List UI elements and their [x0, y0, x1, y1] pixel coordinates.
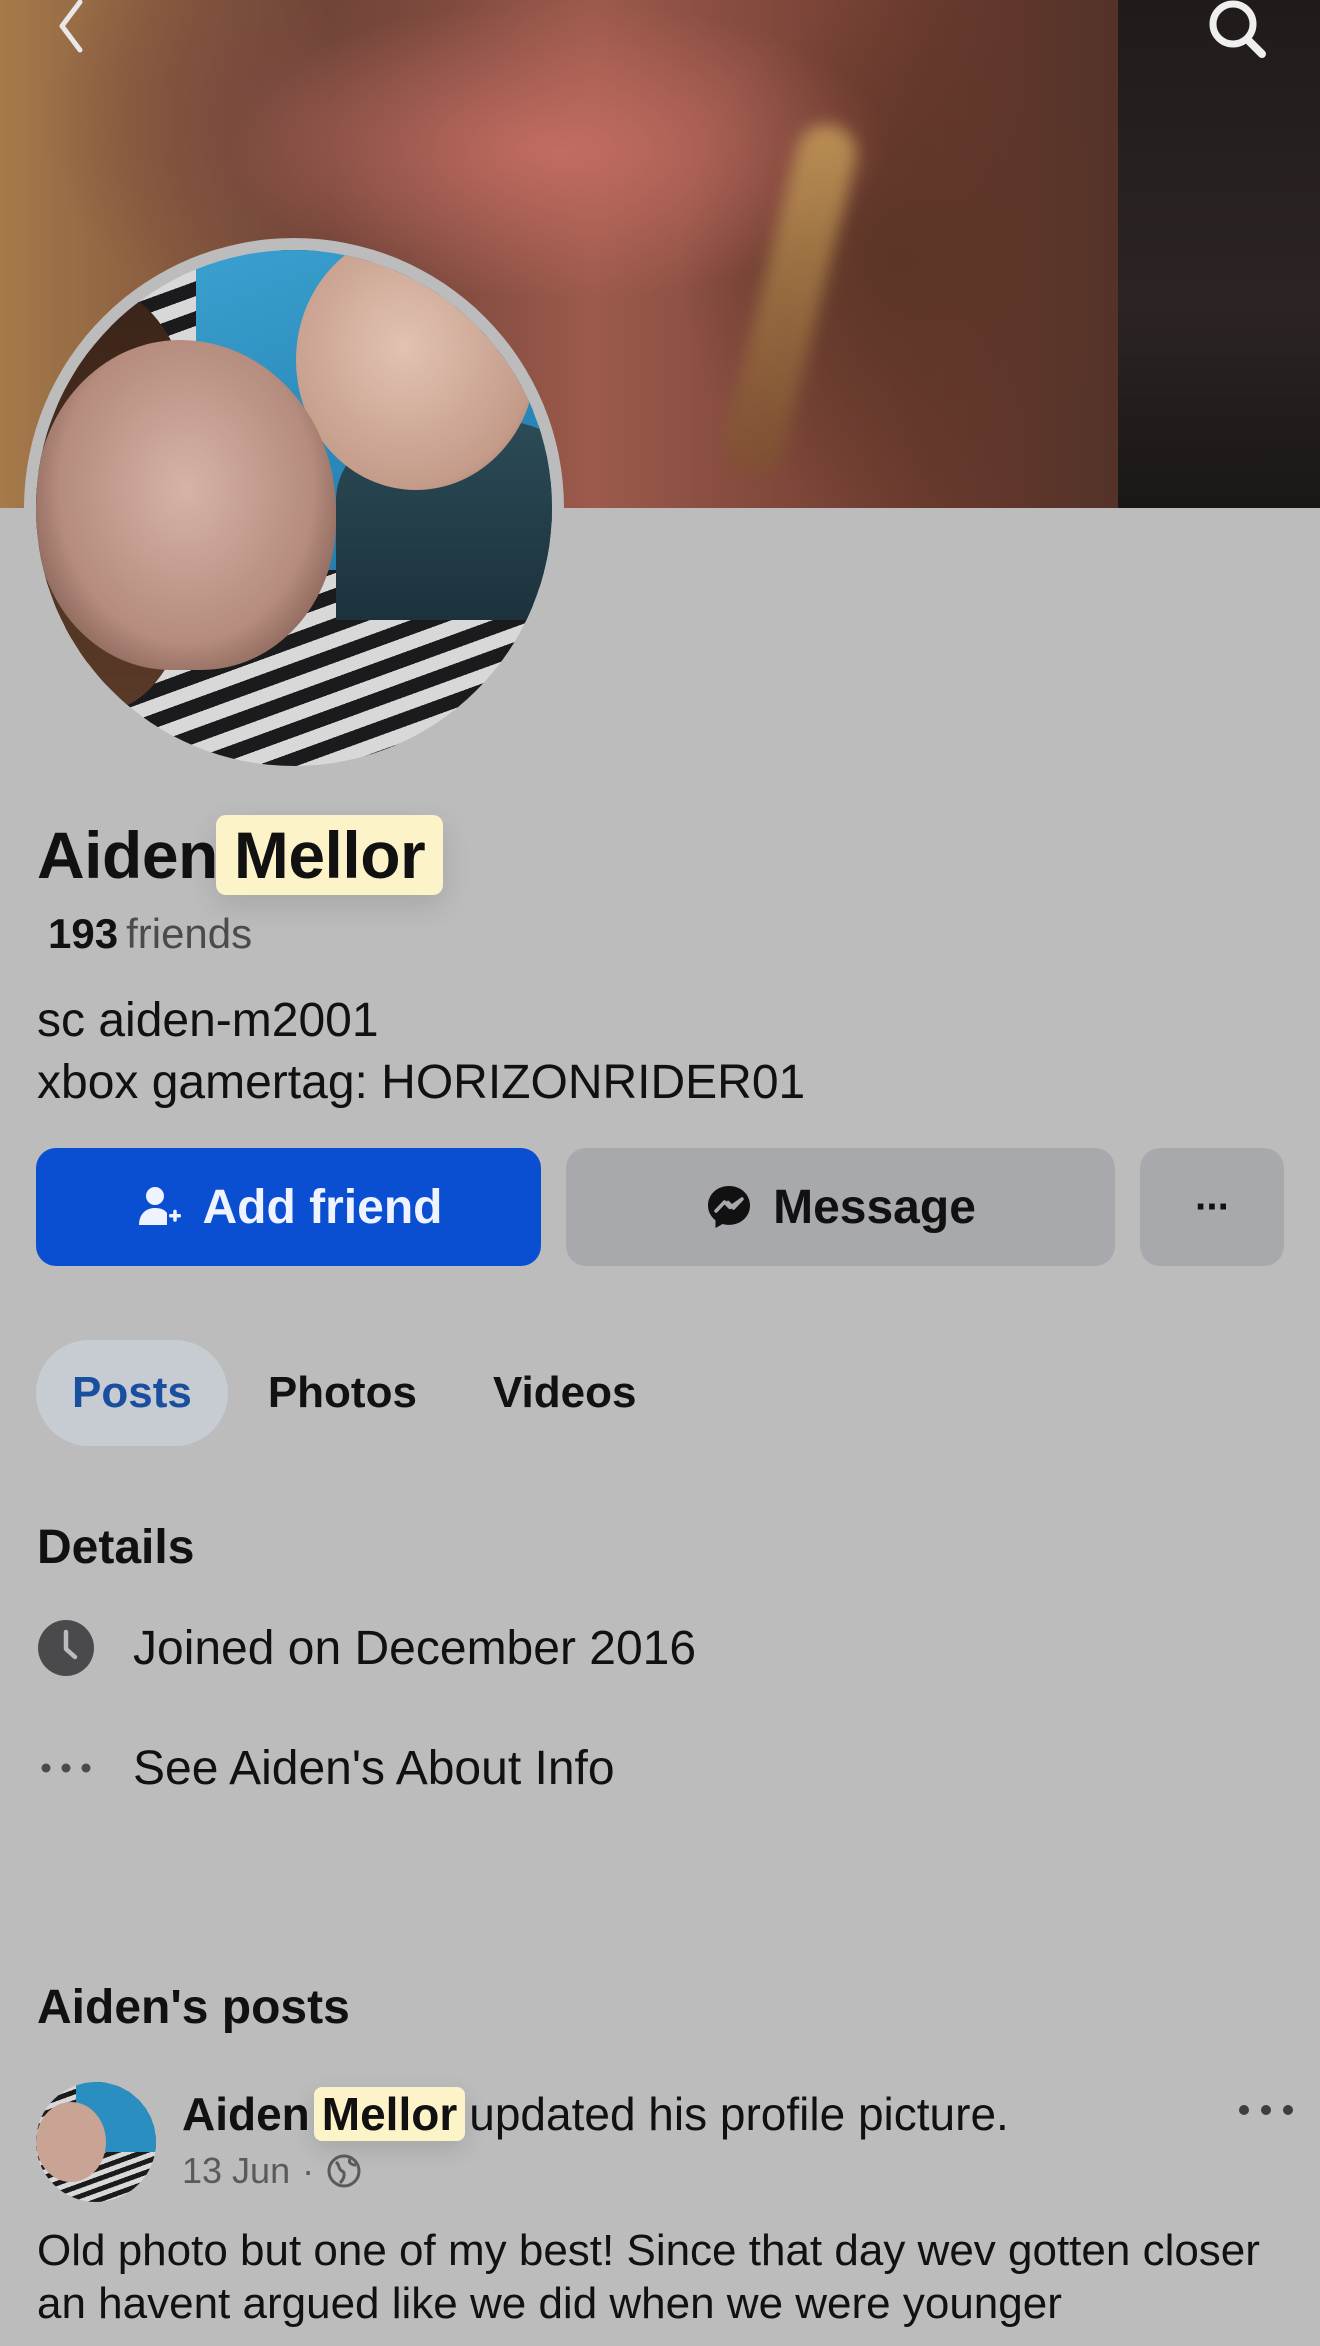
post-meta: 13 Jun · [182, 2150, 362, 2192]
profile-bio: sc aiden-m2001 xbox gamertag: HORIZONRID… [37, 990, 805, 1114]
profile-last-name: Mellor [233, 818, 426, 892]
about-info-link[interactable]: See Aiden's About Info [37, 1738, 615, 1798]
profile-name: Aiden Mellor [37, 810, 444, 900]
post-header: Aiden Mellor updated his profile picture… [36, 2082, 1296, 2212]
tab-photos[interactable]: Photos [232, 1340, 453, 1446]
tab-posts[interactable]: Posts [36, 1340, 228, 1446]
back-button[interactable] [36, 0, 106, 60]
more-dots-icon: ··· [1195, 1184, 1231, 1229]
post-title: Aiden Mellor updated his profile picture… [182, 2082, 1009, 2146]
cover-photo-detail [717, 118, 863, 482]
add-friend-label: Add friend [202, 1180, 443, 1234]
joined-detail: Joined on December 2016 [37, 1618, 696, 1678]
post-author-first[interactable]: Aiden [182, 2087, 310, 2141]
post-options-button[interactable] [1236, 2092, 1296, 2132]
post-meta-separator: · [302, 2150, 315, 2191]
tab-videos[interactable]: Videos [457, 1340, 672, 1446]
more-dots-icon [37, 1739, 95, 1797]
post-date[interactable]: 13 Jun [182, 2150, 290, 2192]
bio-line: xbox gamertag: HORIZONRIDER01 [37, 1056, 806, 1109]
message-button[interactable]: Message [566, 1148, 1115, 1266]
chevron-left-icon [59, 0, 83, 53]
search-icon [1209, 0, 1266, 58]
search-button[interactable] [1200, 0, 1270, 60]
friend-count[interactable]: 193 friends [48, 910, 252, 958]
message-label: Message [773, 1180, 976, 1234]
friend-count-label: friends [126, 910, 253, 957]
about-info-text: See Aiden's About Info [133, 1741, 615, 1795]
profile-tabs: Posts Photos Videos [36, 1340, 676, 1446]
cover-photo-detail [1118, 0, 1320, 508]
globe-icon [326, 2153, 362, 2189]
clock-icon [37, 1619, 95, 1677]
friend-count-number: 193 [48, 910, 119, 957]
post-text: Old photo but one of my best! Since that… [37, 2226, 1260, 2328]
avatar[interactable] [36, 2082, 156, 2202]
joined-text: Joined on December 2016 [133, 1621, 697, 1675]
bio-line: sc aiden-m2001 [37, 994, 379, 1047]
post-author-last[interactable]: Mellor [313, 2087, 466, 2141]
messenger-icon [705, 1183, 753, 1231]
posts-title: Aiden's posts [37, 1981, 350, 2034]
profile-first-name: Aiden [37, 818, 218, 892]
profile-avatar[interactable] [36, 250, 552, 766]
person-add-icon [135, 1183, 183, 1231]
add-friend-button[interactable]: Add friend [36, 1148, 541, 1266]
name-highlight: Mellor [215, 815, 444, 895]
more-dots-icon [1239, 2105, 1293, 2115]
more-options-button[interactable]: ··· [1140, 1148, 1284, 1266]
details-title: Details [37, 1521, 195, 1574]
post-action: updated his profile picture. [469, 2088, 1009, 2140]
